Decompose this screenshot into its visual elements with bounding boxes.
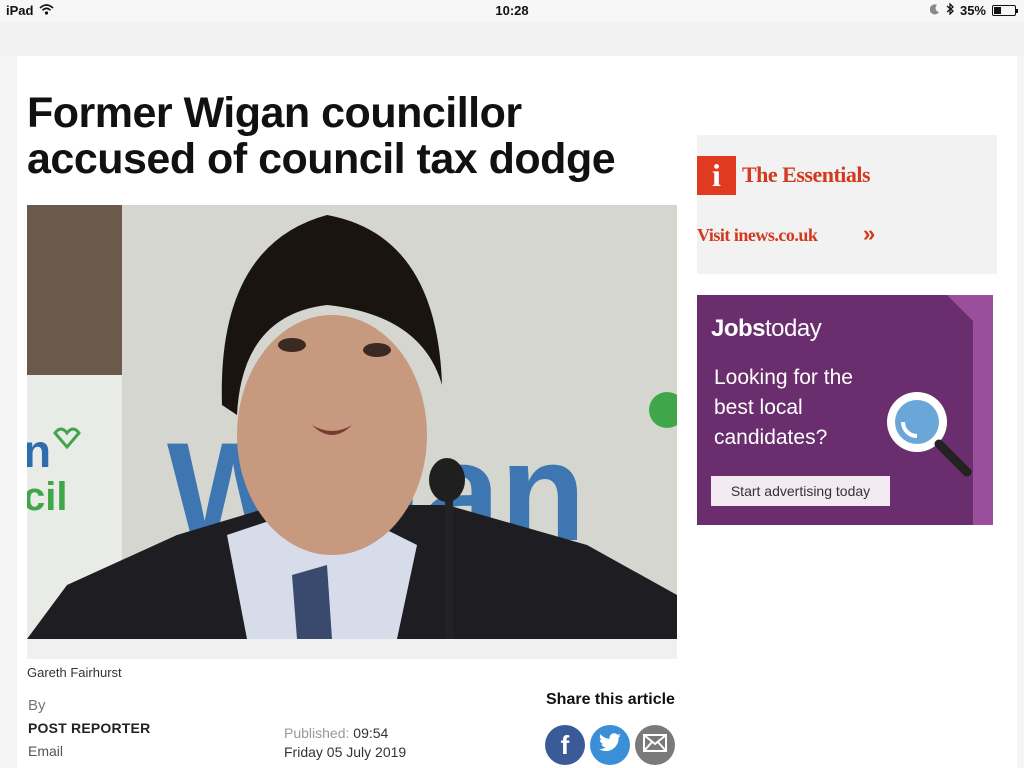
bluetooth-icon xyxy=(946,2,954,18)
i-logo-icon: i xyxy=(697,156,736,195)
share-buttons: f xyxy=(545,725,675,765)
facebook-icon: f xyxy=(560,729,570,760)
photo-caption: Gareth Fairhurst xyxy=(27,665,122,680)
twitter-icon xyxy=(598,732,622,758)
article-headline: Former Wigan councillor accused of counc… xyxy=(27,90,677,182)
double-chevron-icon[interactable]: » xyxy=(863,221,875,247)
browser-toolbar-area xyxy=(0,22,1024,56)
magnifier-icon xyxy=(883,388,973,478)
twitter-share-button[interactable] xyxy=(590,725,630,765)
published-label: Published: xyxy=(284,725,350,741)
status-bar: iPad 10:28 35% xyxy=(0,0,1024,22)
moon-icon xyxy=(929,3,940,18)
ad-corner-stripe xyxy=(973,295,993,525)
battery-percent: 35% xyxy=(959,3,986,18)
published-time: Published: 09:54 xyxy=(284,725,388,741)
share-title: Share this article xyxy=(546,691,675,708)
battery-icon xyxy=(992,5,1018,16)
essentials-title: The Essentials xyxy=(742,162,871,187)
author-name[interactable]: POST REPORTER xyxy=(28,720,150,736)
jobs-today-ad[interactable]: Jobstoday Looking for the best local can… xyxy=(697,295,993,525)
photo-caption-strip xyxy=(27,639,677,659)
article-photo[interactable]: n cil Wigan xyxy=(27,205,677,639)
clock: 10:28 xyxy=(495,3,529,18)
ad-pitch-text: Looking for the best local candidates? xyxy=(714,366,853,449)
essentials-panel[interactable]: i The Essentials Visit inews.co.uk » xyxy=(697,135,997,274)
published-date: Friday 05 July 2019 xyxy=(284,744,407,760)
headline-line-2: accused of council tax dodge xyxy=(27,135,616,183)
published-time-value: 09:54 xyxy=(353,725,389,741)
headline-line-1: Former Wigan councillor xyxy=(27,89,522,137)
email-share-button[interactable] xyxy=(635,725,675,765)
svg-text:n: n xyxy=(27,425,51,477)
start-advertising-button[interactable]: Start advertising today xyxy=(711,476,890,506)
jobs-today-logo: Jobstoday xyxy=(711,315,822,342)
facebook-share-button[interactable]: f xyxy=(545,725,585,765)
article-page: Former Wigan councillor accused of counc… xyxy=(17,56,1017,768)
visit-inews-link[interactable]: Visit inews.co.uk xyxy=(697,225,818,246)
svg-text:cil: cil xyxy=(27,475,67,519)
byline-label: By xyxy=(28,697,46,714)
author-email-link[interactable]: Email xyxy=(28,743,63,759)
ad-corner-fold xyxy=(947,295,973,321)
email-icon xyxy=(643,733,667,757)
